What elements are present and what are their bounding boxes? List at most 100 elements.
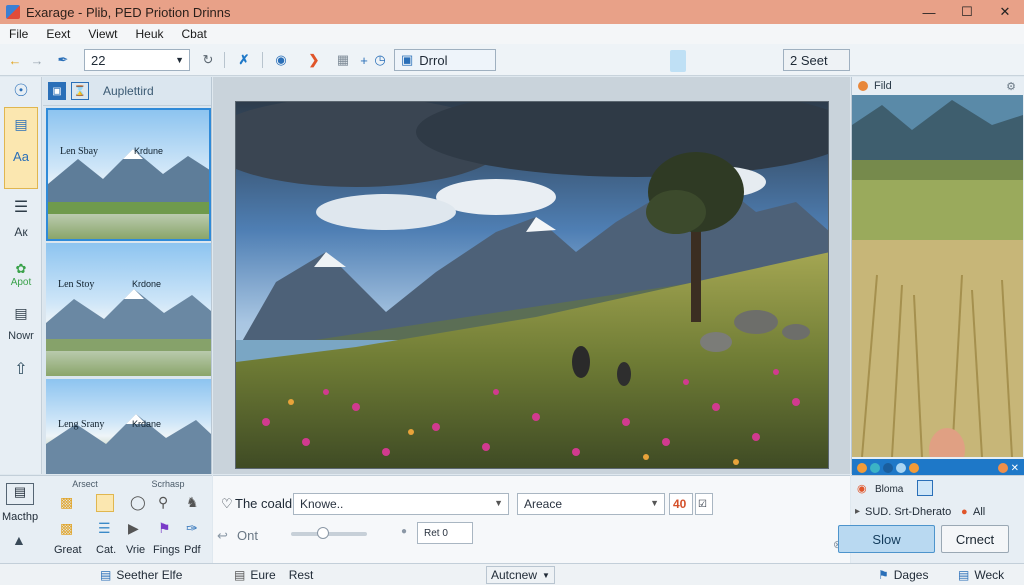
settings-icon[interactable]: ⚙ <box>1006 80 1016 93</box>
refresh-icon[interactable]: ↻ <box>196 50 220 70</box>
color-teal-icon[interactable] <box>870 463 880 473</box>
slider-handle[interactable] <box>317 527 329 539</box>
folder-icon[interactable]: ▩ <box>60 494 73 511</box>
cup-icon[interactable] <box>670 50 686 72</box>
title-bar: Exarage - Plib, PED Priotion Drinns — ☐ … <box>0 0 1024 24</box>
right-field-value: 2 Seet <box>790 52 828 68</box>
window-controls: — ☐ ✕ <box>910 0 1024 24</box>
canvas-image[interactable] <box>235 101 829 469</box>
color-sky-icon[interactable] <box>896 463 906 473</box>
close-strip-icon[interactable]: ✕ <box>1011 463 1019 474</box>
undo-arrow-icon[interactable]: ↩ <box>217 528 228 544</box>
status-right2[interactable]: ▤ Weck <box>958 568 1004 582</box>
color-orange-icon[interactable] <box>857 463 867 473</box>
chevron-down-icon: ▼ <box>650 498 659 508</box>
flag-icon[interactable]: ⚑ <box>158 520 171 537</box>
color-amber-icon[interactable] <box>909 463 919 473</box>
record-icon[interactable]: ◉ <box>272 50 290 70</box>
layout-icon[interactable]: ▦ <box>332 50 354 70</box>
arrow-right-icon: ▸ <box>855 506 861 517</box>
search-icon[interactable]: ⚲ <box>158 494 168 511</box>
rail-label-now[interactable]: Nowr <box>0 330 42 342</box>
create-icon[interactable]: ▩ <box>60 520 73 537</box>
color-blue-icon[interactable] <box>883 463 893 473</box>
calendar-icon: ▤ <box>958 568 970 582</box>
row2-field[interactable]: Ret 0 <box>417 522 473 544</box>
connect-button[interactable]: Crnect <box>941 525 1009 553</box>
device-icon[interactable]: ▤ <box>6 483 34 505</box>
color-peach-icon[interactable] <box>997 463 1008 473</box>
thumbnail-item[interactable]: Len Sbay Krdune <box>46 108 211 241</box>
landscape-image <box>236 102 828 468</box>
play-icon[interactable]: ❯ <box>305 50 323 70</box>
clock-icon[interactable]: ◷ <box>372 50 388 70</box>
thumbnail-item[interactable]: Leng Srany Krdane <box>46 379 211 474</box>
selected-tool[interactable]: ▤ Aa <box>4 107 38 189</box>
pdf-icon[interactable]: ✑ <box>186 520 198 537</box>
maximize-button[interactable]: ☐ <box>948 0 986 24</box>
tool-cat-label[interactable]: Cat. <box>96 544 116 556</box>
menu-heuk[interactable]: Heuk <box>127 27 173 41</box>
doc-small-icon[interactable] <box>917 480 933 496</box>
hourglass-icon[interactable]: ⌛ <box>71 82 89 100</box>
back-arrow-icon[interactable]: ← <box>6 50 24 70</box>
right-panel-header: Fild ⚙ <box>852 77 1024 95</box>
status-left[interactable]: ▤ Seether Elfe <box>100 568 182 582</box>
tool-great-label[interactable]: Great <box>54 544 82 556</box>
right-field[interactable]: 2 Seet <box>783 49 850 71</box>
minimize-button[interactable]: — <box>910 0 948 24</box>
add-icon[interactable]: + <box>358 50 370 70</box>
canvas-area <box>213 77 850 474</box>
left-bottom-panel: Arsect Scrhasp ▤ Macthp ▲ ▩ ◯ ⚲ ♞ ▩ ☰ ▶ … <box>0 475 212 563</box>
row1-number[interactable]: 40 <box>669 493 693 515</box>
row1-select-2[interactable]: Areace ▼ <box>517 493 665 515</box>
zoom-select[interactable]: 22 ▼ <box>84 49 190 71</box>
action-panel: ◉ Bloma ▸ SUD. Srt-Dherato ● All Slow Cr… <box>838 475 1024 563</box>
status-right1-label: Dages <box>893 568 929 582</box>
row1-select-2-value: Areace <box>524 497 563 511</box>
line2-label: SUD. Srt-Dherato <box>865 506 952 518</box>
leaf-icon[interactable]: ✿ <box>0 261 42 277</box>
row1-select-value: Knowe.. <box>300 497 344 511</box>
tool-fings-label[interactable]: Fings <box>153 544 180 556</box>
note-icon[interactable] <box>96 494 114 512</box>
chrome-icon: ◉ <box>857 483 867 495</box>
tool-pdf-label[interactable]: Pdf <box>184 544 201 556</box>
menu-edit[interactable]: Eext <box>37 27 79 41</box>
menu-view[interactable]: Viewt <box>79 27 126 41</box>
row1-select[interactable]: Knowe.. ▼ <box>293 493 509 515</box>
slow-button[interactable]: Slow <box>838 525 935 553</box>
menu-cbat[interactable]: Cbat <box>173 27 216 41</box>
rail-label-ak[interactable]: Aк <box>0 225 42 239</box>
doc-list-icon[interactable]: ▤ <box>0 305 42 322</box>
status-mid[interactable]: ▤ Eure Rest <box>234 568 313 582</box>
menu-lines-icon[interactable]: ☰ <box>0 197 42 217</box>
menu-file[interactable]: File <box>0 27 37 41</box>
properties-panel: ♡ The coald Knowe.. ▼ Areace ▼ 40 ☑ ↩ On… <box>213 475 850 563</box>
upload-icon[interactable]: ⇧ <box>0 359 42 379</box>
cat-icon[interactable]: ☰ <box>98 520 111 537</box>
upload-bottom-icon[interactable]: ▲ <box>12 532 26 548</box>
circle-icon[interactable]: ◯ <box>130 494 146 511</box>
rail-label-apot[interactable]: Apot <box>0 277 42 288</box>
thumbnail-panel: ▣ ⌛ Auplettird Len Sbay Krdune Len Stoy … <box>43 77 212 474</box>
arsect-label: Arsect <box>72 479 98 489</box>
tool-rail: ☉ ▤ Aa ☰ Aк ✿ Apot ▤ Nowr ⇧ <box>0 77 42 474</box>
slider-track[interactable] <box>291 527 367 539</box>
compass-icon[interactable]: ☉ <box>0 81 42 101</box>
people-icon[interactable]: ♞ <box>186 494 199 511</box>
thumb-title-left: Len Sbay <box>60 146 99 157</box>
pen-icon[interactable]: ✒ <box>54 50 72 70</box>
tool-x-icon[interactable]: ✗ <box>234 50 254 70</box>
checkbox-icon[interactable]: ☑ <box>695 493 713 515</box>
tool-vrie-label[interactable]: Vrie <box>126 544 145 556</box>
thumb-title-right: Krdone <box>132 279 162 289</box>
status-right1[interactable]: ⚑ Dages <box>878 568 928 582</box>
mode-field[interactable]: ▣ Drrol <box>394 49 496 71</box>
thumbnail-item[interactable]: Len Stoy Krdone <box>46 243 211 376</box>
monitor-icon[interactable]: ▣ <box>48 82 66 100</box>
status-select[interactable]: Autcnew ▼ <box>486 566 555 584</box>
view-icon[interactable]: ▶ <box>128 520 139 537</box>
close-button[interactable]: ✕ <box>986 0 1024 24</box>
forward-arrow-icon[interactable]: → <box>28 50 46 70</box>
